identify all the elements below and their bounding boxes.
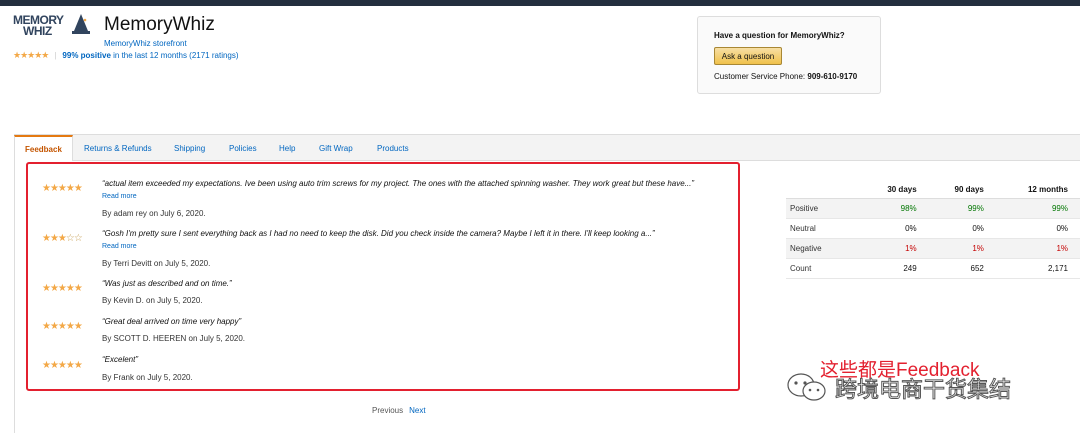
stats-cell: 2,171 [995, 258, 1080, 279]
wizard-hat-icon [72, 14, 90, 34]
rating-summary: ★★★★★ | 99% positive in the last 12 months… [13, 50, 239, 60]
previous-link: Previous [372, 406, 404, 415]
phone-number: 909-610-9170 [807, 72, 858, 81]
tab-bar: Feedback Returns & Refunds Shipping Poli… [14, 134, 1080, 161]
feedback-quote: “Was just as described and on time.” [102, 279, 232, 288]
customer-service-phone: Customer Service Phone: 909-610-9170 [714, 72, 857, 81]
filled-stars: ★★★ [42, 233, 67, 244]
stats-cell: 99% [995, 198, 1080, 219]
next-link[interactable]: Next [409, 406, 425, 415]
stats-cell: 249 [861, 258, 929, 279]
feedback-stats-table: 30 days 90 days 12 months Positive 98% 9… [786, 180, 1080, 279]
store-logo[interactable]: MEMORY WHIZ [13, 13, 91, 43]
read-more-link[interactable]: Read more [102, 193, 137, 200]
feedback-author: By adam rey on July 6, 2020. [102, 209, 206, 218]
rating-period[interactable]: in the last 12 months (2171 ratings) [113, 51, 238, 60]
feedback-stars-icon: ★★★★★ [42, 321, 83, 332]
tab-products[interactable]: Products [377, 144, 409, 153]
stats-row-label: Count [786, 258, 862, 279]
stats-row-negative: Negative 1% 1% 1% [786, 238, 1080, 259]
feedback-author: By Frank on July 5, 2020. [102, 373, 193, 382]
feedback-stars-icon: ★★★★★ [42, 360, 83, 371]
question-title: Have a question for MemoryWhiz? [714, 31, 845, 40]
feedback-quote: “Gosh I'm pretty sure I sent everything … [102, 229, 655, 238]
stats-cell: 98% [861, 198, 929, 219]
content-divider [14, 160, 15, 433]
feedback-stars-icon: ★★★★★ [42, 183, 83, 194]
stats-cell: 652 [928, 258, 996, 279]
storefront-link[interactable]: MemoryWhiz storefront [104, 39, 187, 48]
stats-header [786, 180, 862, 199]
empty-stars: ☆☆ [65, 233, 83, 244]
pagination: Previous Next [372, 406, 426, 415]
stats-header-12-months: 12 months [995, 180, 1080, 199]
stats-row-neutral: Neutral 0% 0% 0% [786, 218, 1080, 239]
tab-returns-refunds[interactable]: Returns & Refunds [84, 144, 152, 153]
tab-gift-wrap[interactable]: Gift Wrap [319, 144, 353, 153]
stats-header-90-days: 90 days [928, 180, 996, 199]
read-more-link[interactable]: Read more [102, 243, 137, 250]
watermark-text: 跨境电商干货集结 [834, 377, 1012, 403]
ask-question-button[interactable]: Ask a question [714, 47, 782, 65]
stats-row-positive: Positive 98% 99% 99% [786, 198, 1080, 219]
rating-stars-icon: ★★★★★ [13, 50, 49, 60]
tab-shipping[interactable]: Shipping [174, 144, 205, 153]
stats-header-30-days: 30 days [861, 180, 929, 199]
stats-cell: 99% [928, 198, 996, 219]
feedback-stars-icon: ★★★☆☆ [42, 233, 83, 244]
stats-cell: 0% [861, 218, 929, 239]
stats-header-row: 30 days 90 days 12 months [786, 180, 1080, 199]
tab-feedback[interactable]: Feedback [14, 135, 73, 161]
stats-cell: 0% [928, 218, 996, 239]
feedback-quote: “Excelent” [102, 355, 139, 364]
logo-text-line2: WHIZ [23, 24, 52, 38]
tab-help[interactable]: Help [279, 144, 295, 153]
feedback-quote: “Great deal arrived on time very happy” [102, 317, 242, 326]
stats-cell: 1% [861, 238, 929, 259]
tab-policies[interactable]: Policies [229, 144, 257, 153]
stats-row-label: Neutral [786, 218, 862, 239]
stats-row-label: Positive [786, 198, 862, 219]
top-nav-bar [0, 0, 1080, 6]
stats-cell: 1% [995, 238, 1080, 259]
stats-row-count: Count 249 652 2,171 [786, 258, 1080, 279]
stats-row-label: Negative [786, 238, 862, 259]
feedback-quote: “actual item exceeded my expectations. I… [102, 179, 694, 188]
stats-cell: 1% [928, 238, 996, 259]
question-box: Have a question for MemoryWhiz? Ask a qu… [697, 16, 881, 94]
feedback-author: By Terri Devitt on July 5, 2020. [102, 259, 211, 268]
feedback-author: By SCOTT D. HEEREN on July 5, 2020. [102, 334, 246, 343]
watermark: 跨境电商干货集结 [785, 372, 1012, 407]
wechat-icon [787, 373, 826, 401]
store-name: MemoryWhiz [104, 14, 215, 35]
feedback-stars-icon: ★★★★★ [42, 283, 83, 294]
stats-cell: 0% [995, 218, 1080, 239]
phone-label: Customer Service Phone: [714, 72, 806, 81]
feedback-author: By Kevin D. on July 5, 2020. [102, 296, 203, 305]
positive-percent[interactable]: 99% positive [62, 51, 110, 60]
